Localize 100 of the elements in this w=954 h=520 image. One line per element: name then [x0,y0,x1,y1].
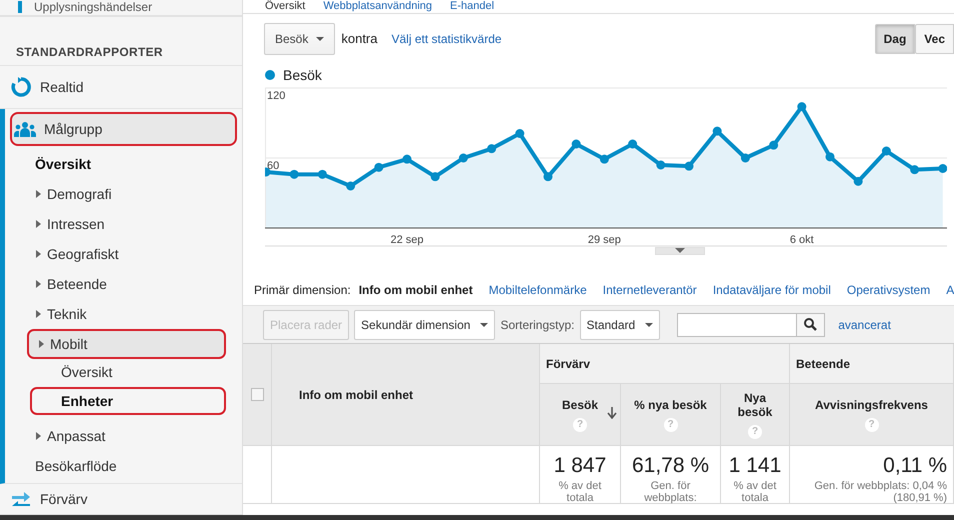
nav-subitem[interactable]: Anpassat [36,421,242,451]
dimension-label: Primär dimension: [254,283,351,297]
column-group-header: Beteende [796,356,850,370]
dimension-link[interactable]: Info om mobil enhet [358,283,473,297]
dimension-link[interactable]: A [946,283,954,297]
column-header: Info om mobil enhet [299,388,413,402]
caret-icon [36,190,41,198]
nav-item[interactable]: Målgrupp [10,112,237,146]
data-point [402,154,412,164]
metric-dropdown[interactable]: Besök [264,22,336,54]
data-point [938,164,947,173]
search-field[interactable] [677,312,826,336]
data-point [854,176,863,186]
x-axis-label: 29 sep [588,234,621,246]
select-metric-link[interactable]: Välj ett statistikvärde [392,32,502,46]
checkbox[interactable] [250,388,264,401]
data-point [684,162,694,171]
nav-subitem[interactable]: Enheter [30,387,226,415]
search-icon[interactable] [796,314,824,336]
caret-icon [645,322,654,326]
data-point [600,154,609,164]
total-note: % av det totala [558,480,602,504]
column-group-header: Förvärv [546,356,590,370]
nav-subitem[interactable]: Demografi [36,179,242,209]
dimension-link[interactable]: Operativsystem [846,283,930,297]
arrows-icon [10,491,32,507]
bulb-icon [16,1,24,14]
data-point [797,102,806,112]
sort-arrow-icon[interactable] [607,407,617,419]
total-note: Gen. för webbplats: [643,480,698,504]
nav-item[interactable]: Realtid [10,70,232,104]
period-button[interactable]: Dag [874,24,916,54]
nav-subitem[interactable]: Geografiskt [36,239,242,269]
column-header[interactable]: Nya besök [727,390,783,418]
data-point [544,172,552,182]
versus-label: kontra [341,31,378,46]
data-point [572,140,581,148]
report-tab[interactable]: E-handel [450,1,494,12]
x-axis-label: 6 okt [790,234,814,246]
report-tab[interactable]: Översikt [265,1,306,12]
people-icon [14,121,36,137]
nav-subitem[interactable]: Översikt [35,149,242,179]
section-title: STANDARDRAPPORTER [0,16,242,66]
nav-subitem[interactable]: Teknik [36,299,242,329]
data-point [458,154,468,162]
total-value: 1 141 [728,454,782,478]
data-point [656,160,666,170]
legend-dot [265,70,275,80]
data-point [882,146,891,156]
nav-item[interactable]: Förvärv [10,482,232,515]
data-point [628,140,638,148]
data-point [515,129,524,138]
caret-icon [480,322,488,326]
secondary-dimension-dropdown[interactable]: Sekundär dimension [354,310,496,340]
nav-subitem[interactable]: Besökarflöde [35,451,242,481]
caret-icon [36,280,41,288]
nav-subitem[interactable]: Mobilt [27,329,226,359]
data-point [712,126,722,136]
caret-icon [36,432,41,440]
data-point [265,168,270,176]
data-point [430,172,440,182]
sidebar-item[interactable]: Upplysningshändelser [34,0,152,14]
y-tick-label: 60 [267,160,280,172]
data-point [826,152,834,162]
total-note: % av det totala [732,480,778,504]
y-tick-label: 120 [267,90,286,102]
data-point [910,165,920,174]
sort-label: Sorteringstyp: [500,318,574,332]
data-point [769,140,778,150]
dimension-link[interactable]: Indataväljare för mobil [712,283,831,297]
column-header[interactable]: Besök [562,398,598,412]
dimension-link[interactable]: Mobiltelefonmärke [488,283,587,297]
caret-icon [39,340,44,348]
nav-subitem[interactable]: Beteende [36,269,242,299]
advanced-link[interactable]: avancerat [838,318,891,332]
refresh-icon [10,76,32,98]
data-point [374,162,384,172]
data-point [487,144,496,154]
legend-label: Besök [283,67,322,83]
column-header[interactable]: % nya besök [634,398,707,412]
total-value: 61,78 % [632,454,710,478]
x-axis-label: 22 sep [390,234,424,246]
nav-subitem[interactable]: Översikt [61,359,242,385]
caret-icon [36,310,41,318]
column-header[interactable]: Avvisningsfrekvens [815,398,928,412]
nav-subitem[interactable]: Intressen [36,209,242,239]
report-tab[interactable]: Webbplatsanvändning [323,1,432,12]
caret-icon [36,220,41,228]
total-note: Gen. för webbplats: 0,04 % (180,91 %) [813,480,947,504]
chart-toggle-handle[interactable] [655,247,705,255]
total-value: 1 847 [554,454,606,478]
total-value: 0,11 % [883,454,947,478]
data-point [290,170,299,179]
caret-icon [316,36,324,40]
sort-dropdown[interactable]: Standard [580,310,660,340]
period-button[interactable]: Vec [915,24,954,54]
data-point [346,182,356,190]
dimension-link[interactable]: Internetleverantör [602,283,697,297]
data-point [318,170,327,179]
data-point [740,154,750,162]
